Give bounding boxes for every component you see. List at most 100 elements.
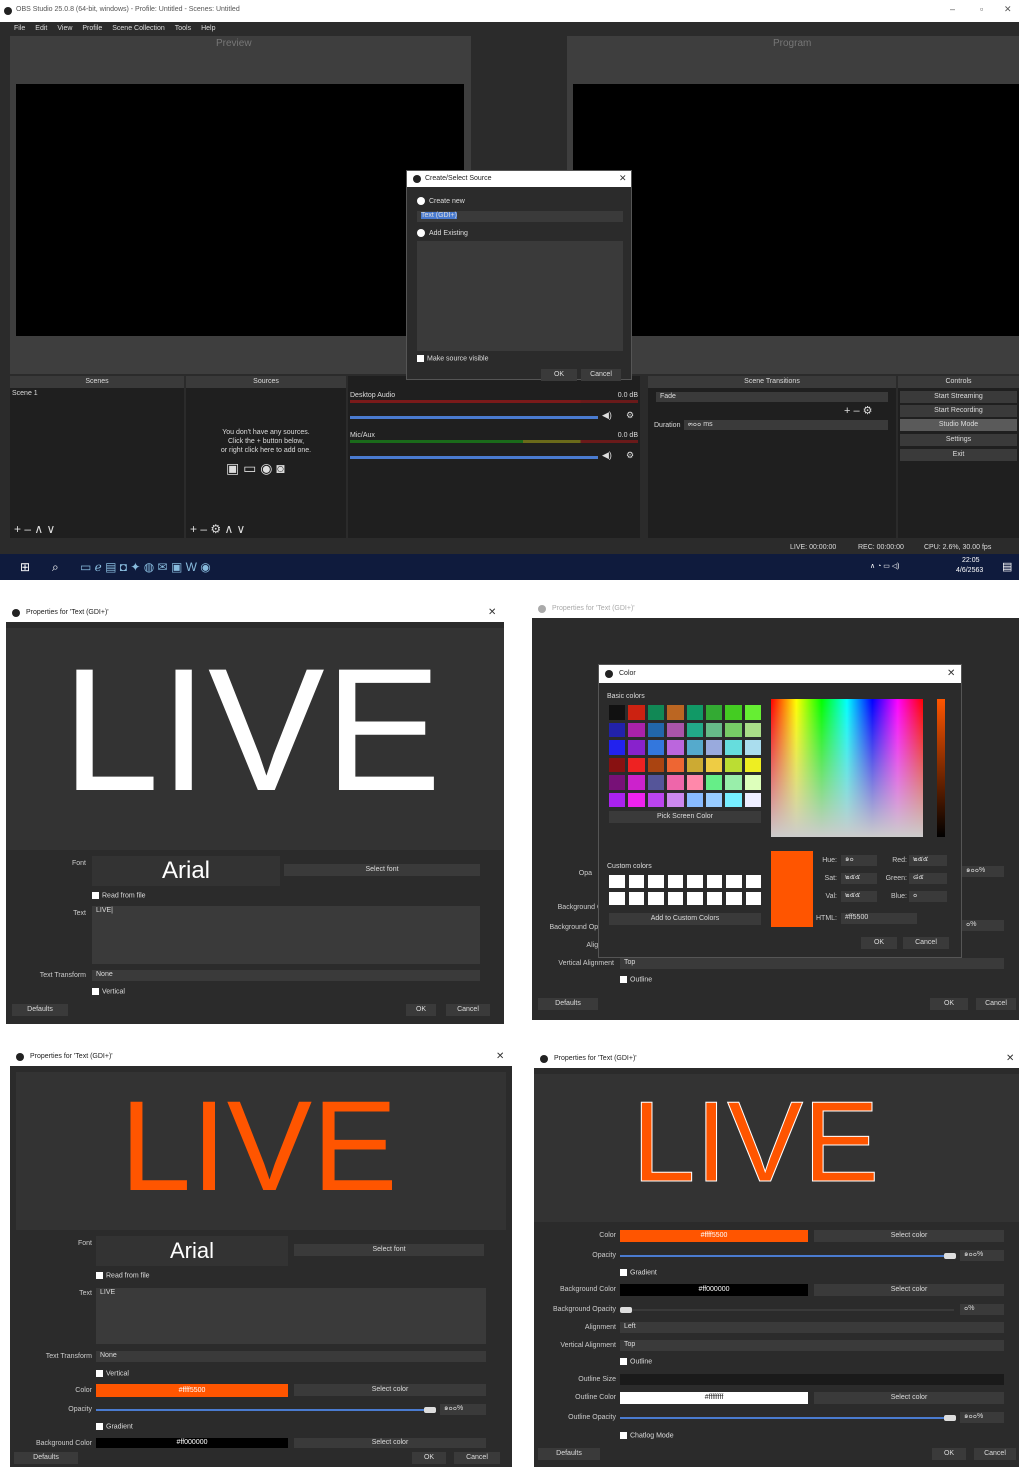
custom-swatch[interactable] bbox=[706, 875, 722, 888]
p3-vertical-checkbox[interactable]: Vertical bbox=[96, 1370, 129, 1377]
p1-cancel-button[interactable]: Cancel bbox=[446, 1004, 490, 1016]
make-visible-checkbox[interactable]: Make source visible bbox=[417, 355, 488, 362]
basic-swatch[interactable] bbox=[667, 792, 684, 807]
custom-swatch[interactable] bbox=[706, 892, 722, 905]
p2-ok-button[interactable]: OK bbox=[930, 998, 968, 1010]
tray-icons[interactable]: ∧ ◔ ▭ ◁) bbox=[870, 562, 900, 570]
desktop-audio-volume-slider[interactable] bbox=[350, 416, 598, 419]
basic-swatch[interactable] bbox=[609, 722, 626, 737]
transition-select[interactable]: Fade bbox=[656, 392, 888, 402]
p4-bg-opacity-value[interactable]: ๐% bbox=[960, 1304, 1004, 1315]
close-icon[interactable]: ✕ bbox=[1004, 4, 1012, 15]
custom-swatch[interactable] bbox=[667, 875, 683, 888]
p2-defaults-button[interactable]: Defaults bbox=[538, 998, 598, 1010]
color-ok-button[interactable]: OK bbox=[861, 937, 897, 949]
p4-close-icon[interactable]: ✕ bbox=[1006, 1053, 1014, 1064]
basic-swatch[interactable] bbox=[667, 757, 684, 772]
p2-valign-select[interactable]: Top bbox=[620, 958, 1004, 969]
scene-item[interactable]: Scene 1 bbox=[12, 390, 38, 397]
custom-swatch[interactable] bbox=[609, 875, 625, 888]
start-streaming-button[interactable]: Start Streaming bbox=[900, 391, 1017, 403]
p4-outline-checkbox[interactable]: Outline bbox=[620, 1358, 652, 1365]
basic-swatch[interactable] bbox=[686, 757, 703, 772]
p1-defaults-button[interactable]: Defaults bbox=[12, 1004, 68, 1016]
custom-swatch[interactable] bbox=[726, 875, 742, 888]
dialog-close-icon[interactable]: ✕ bbox=[619, 173, 627, 184]
add-custom-colors-button[interactable]: Add to Custom Colors bbox=[609, 913, 761, 925]
p4-outline-size-input[interactable] bbox=[620, 1374, 1004, 1385]
hue-input[interactable]: ๑๐ bbox=[841, 855, 877, 866]
maximize-icon[interactable]: ▫ bbox=[980, 4, 983, 14]
p4-color-select-button[interactable]: Select color bbox=[814, 1230, 1004, 1242]
custom-swatch[interactable] bbox=[609, 892, 625, 905]
p4-bg-opacity-slider[interactable] bbox=[620, 1309, 954, 1311]
val-input[interactable]: ๒๕๕ bbox=[841, 891, 877, 902]
basic-swatch[interactable] bbox=[705, 740, 723, 755]
p4-valign-select[interactable]: Top bbox=[620, 1340, 1004, 1351]
basic-swatch[interactable] bbox=[647, 740, 665, 755]
desktop-gear-icon[interactable]: ⚙ bbox=[626, 410, 634, 421]
transition-toolbar-icons[interactable]: + – ⚙ bbox=[844, 404, 873, 417]
basic-swatch[interactable] bbox=[744, 740, 761, 755]
p4-outline-select-button[interactable]: Select color bbox=[814, 1392, 1004, 1404]
p3-opacity-slider[interactable] bbox=[96, 1409, 432, 1411]
p4-gradient-checkbox[interactable]: Gradient bbox=[620, 1269, 657, 1276]
p4-chatlog-checkbox[interactable]: Chatlog Mode bbox=[620, 1432, 674, 1439]
p4-cancel-button[interactable]: Cancel bbox=[974, 1448, 1016, 1460]
program-canvas[interactable] bbox=[573, 84, 1019, 336]
p3-bg-select-button[interactable]: Select color bbox=[294, 1438, 486, 1448]
basic-swatch[interactable] bbox=[744, 705, 761, 720]
basic-swatch[interactable] bbox=[686, 792, 703, 807]
scene-toolbar-icons[interactable]: + – ∧ ∨ bbox=[14, 522, 55, 536]
p4-ok-button[interactable]: OK bbox=[932, 1448, 966, 1460]
menu-view[interactable]: View bbox=[57, 22, 72, 36]
basic-swatch[interactable] bbox=[647, 757, 665, 772]
p4-outline-opacity-knob[interactable] bbox=[944, 1415, 956, 1421]
dialog-cancel-button[interactable]: Cancel bbox=[581, 369, 621, 381]
basic-swatch[interactable] bbox=[725, 722, 742, 737]
custom-swatch[interactable] bbox=[628, 892, 644, 905]
basic-swatch[interactable] bbox=[609, 705, 626, 720]
basic-swatch[interactable] bbox=[686, 705, 703, 720]
p3-select-color-button[interactable]: Select color bbox=[294, 1384, 486, 1396]
duration-input[interactable]: ๓๐๐ ms bbox=[684, 420, 888, 430]
basic-swatch[interactable] bbox=[647, 775, 665, 790]
p3-defaults-button[interactable]: Defaults bbox=[14, 1452, 78, 1464]
basic-swatch[interactable] bbox=[667, 722, 684, 737]
basic-swatch[interactable] bbox=[667, 740, 684, 755]
basic-swatch[interactable] bbox=[628, 722, 645, 737]
settings-button[interactable]: Settings bbox=[900, 434, 1017, 446]
p3-opacity-value[interactable]: ๑๐๐% bbox=[440, 1404, 486, 1415]
windows-start-icon[interactable]: ⊞ bbox=[20, 560, 30, 574]
menu-tools[interactable]: Tools bbox=[175, 22, 191, 36]
basic-swatch[interactable] bbox=[744, 757, 761, 772]
basic-color-grid[interactable] bbox=[609, 705, 761, 807]
minimize-icon[interactable]: – bbox=[950, 4, 955, 14]
html-input[interactable]: #ff5500 bbox=[841, 913, 917, 924]
p4-opacity-slider[interactable] bbox=[620, 1255, 954, 1257]
menu-edit[interactable]: Edit bbox=[35, 22, 47, 36]
basic-swatch[interactable] bbox=[667, 775, 684, 790]
p4-outline-opacity-value[interactable]: ๑๐๐% bbox=[960, 1412, 1004, 1423]
p3-select-font-button[interactable]: Select font bbox=[294, 1244, 484, 1256]
existing-sources-list[interactable] bbox=[417, 241, 623, 351]
basic-swatch[interactable] bbox=[725, 757, 742, 772]
search-icon[interactable]: ⌕ bbox=[52, 560, 59, 575]
red-input[interactable]: ๒๕๕ bbox=[909, 855, 947, 866]
basic-swatch[interactable] bbox=[725, 705, 742, 720]
green-input[interactable]: ๘๕ bbox=[909, 873, 947, 884]
basic-swatch[interactable] bbox=[628, 757, 645, 772]
desktop-speaker-icon[interactable]: ◀) bbox=[602, 410, 612, 421]
basic-swatch[interactable] bbox=[705, 705, 723, 720]
basic-swatch[interactable] bbox=[609, 740, 626, 755]
basic-swatch[interactable] bbox=[686, 740, 703, 755]
basic-swatch[interactable] bbox=[609, 775, 626, 790]
custom-color-grid[interactable] bbox=[609, 875, 761, 905]
p1-vertical-checkbox[interactable]: Vertical bbox=[92, 988, 125, 995]
p4-defaults-button[interactable]: Defaults bbox=[538, 1448, 600, 1460]
basic-swatch[interactable] bbox=[628, 775, 645, 790]
dialog-ok-button[interactable]: OK bbox=[541, 369, 577, 381]
custom-swatch[interactable] bbox=[648, 892, 664, 905]
studio-mode-button[interactable]: Studio Mode bbox=[900, 419, 1017, 431]
mic-speaker-icon[interactable]: ◀) bbox=[602, 450, 612, 461]
